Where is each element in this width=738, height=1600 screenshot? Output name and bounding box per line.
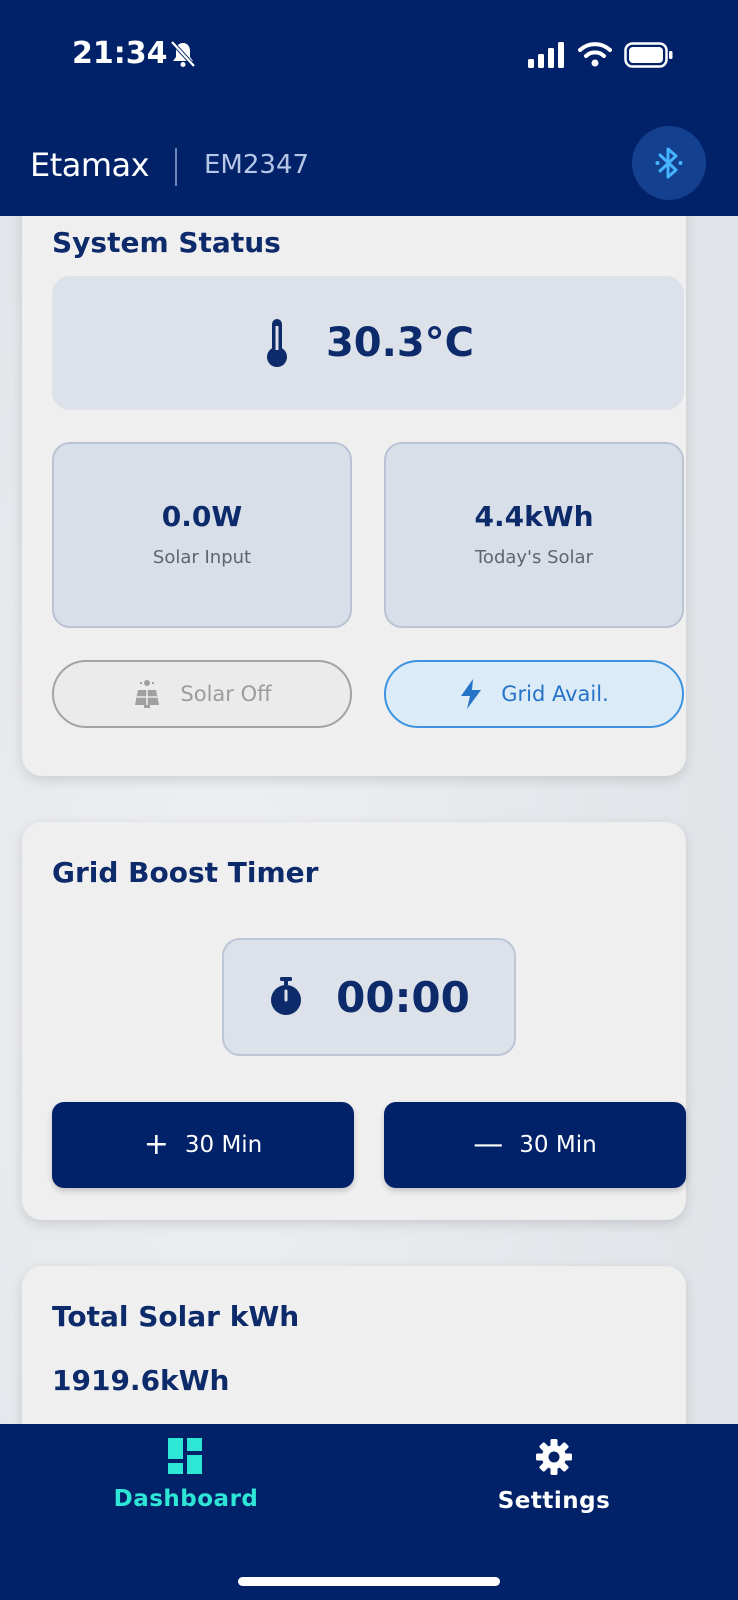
bottom-tab-bar: Dashboard Settings bbox=[0, 1424, 738, 1600]
cellular-signal-icon bbox=[528, 42, 564, 68]
system-status-card: System Status 30.3°C 0.0W Solar Input 4.… bbox=[22, 196, 686, 776]
plus-icon: + bbox=[143, 1127, 169, 1162]
app-header: 21:34 Etamax EM2347 bbox=[0, 0, 738, 216]
solar-status-pill: Solar Off bbox=[52, 660, 352, 728]
subtract-30-min-button[interactable]: — 30 Min bbox=[384, 1102, 686, 1188]
stopwatch-icon bbox=[271, 977, 302, 1015]
tab-settings-label: Settings bbox=[497, 1488, 611, 1514]
grid-boost-title: Grid Boost Timer bbox=[52, 856, 319, 889]
subtract-30-min-label: 30 Min bbox=[519, 1132, 597, 1158]
total-solar-value: 1919.6kWh bbox=[52, 1364, 230, 1397]
total-solar-title: Total Solar kWh bbox=[52, 1300, 300, 1333]
wifi-icon bbox=[578, 42, 612, 67]
solar-status-label: Solar Off bbox=[180, 682, 272, 706]
minus-icon: — bbox=[473, 1127, 504, 1162]
tab-dashboard-label: Dashboard bbox=[113, 1486, 259, 1512]
todays-solar-box: 4.4kWh Today's Solar bbox=[384, 442, 684, 628]
device-id: EM2347 bbox=[204, 150, 310, 180]
todays-solar-value: 4.4kWh bbox=[474, 500, 594, 533]
brand-name: Etamax bbox=[30, 146, 150, 184]
grid-status-pill: Grid Avail. bbox=[384, 660, 684, 728]
bluetooth-icon bbox=[655, 147, 683, 179]
home-indicator bbox=[238, 1577, 500, 1586]
app-screen: 21:34 Etamax EM2347 System Status 30.3°C… bbox=[0, 0, 738, 1600]
bell-muted-icon bbox=[170, 40, 196, 68]
tab-settings[interactable]: Settings bbox=[444, 1438, 664, 1538]
dashboard-icon bbox=[168, 1438, 202, 1474]
timer-display: 00:00 bbox=[222, 938, 516, 1056]
temperature-value: 30.3°C bbox=[325, 320, 475, 366]
add-30-min-label: 30 Min bbox=[184, 1132, 263, 1158]
add-30-min-button[interactable]: + 30 Min bbox=[52, 1102, 354, 1188]
header-divider bbox=[175, 148, 177, 186]
thermometer-icon bbox=[266, 319, 287, 367]
solar-input-box: 0.0W Solar Input bbox=[52, 442, 352, 628]
timer-value: 00:00 bbox=[336, 972, 470, 1022]
grid-boost-card: Grid Boost Timer 00:00 + 30 Min — 30 Min bbox=[22, 822, 686, 1220]
tab-dashboard[interactable]: Dashboard bbox=[76, 1438, 296, 1538]
temperature-panel: 30.3°C bbox=[52, 276, 684, 410]
grid-status-label: Grid Avail. bbox=[501, 682, 609, 706]
gear-icon bbox=[536, 1439, 572, 1475]
battery-icon bbox=[624, 42, 673, 68]
solar-input-label: Solar Input bbox=[152, 547, 252, 568]
status-time: 21:34 bbox=[72, 36, 168, 71]
bluetooth-button[interactable] bbox=[632, 126, 706, 200]
system-status-title: System Status bbox=[52, 226, 281, 259]
todays-solar-label: Today's Solar bbox=[475, 547, 593, 568]
solar-panel-icon bbox=[135, 680, 160, 708]
solar-input-value: 0.0W bbox=[161, 500, 243, 533]
lightning-icon bbox=[461, 679, 482, 709]
